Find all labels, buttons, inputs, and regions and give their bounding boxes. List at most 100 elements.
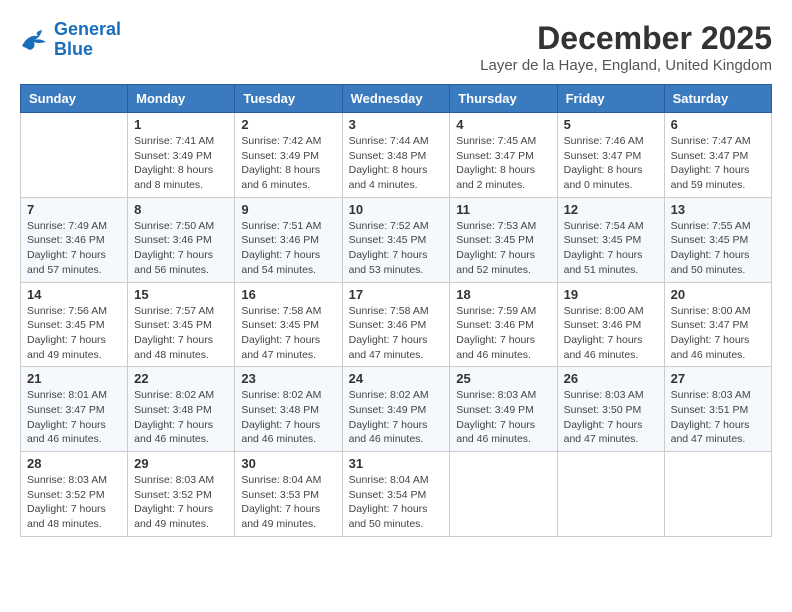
day-number: 26 [564, 371, 658, 386]
day-number: 13 [671, 202, 765, 217]
logo-icon [20, 28, 50, 52]
calendar-cell: 22Sunrise: 8:02 AM Sunset: 3:48 PM Dayli… [128, 367, 235, 452]
calendar: SundayMondayTuesdayWednesdayThursdayFrid… [20, 84, 772, 537]
calendar-cell [557, 452, 664, 537]
day-number: 3 [349, 117, 444, 132]
day-number: 29 [134, 456, 228, 471]
weekday-header-friday: Friday [557, 85, 664, 113]
day-info: Sunrise: 7:55 AM Sunset: 3:45 PM Dayligh… [671, 219, 765, 278]
day-info: Sunrise: 8:03 AM Sunset: 3:49 PM Dayligh… [456, 388, 550, 447]
weekday-header-saturday: Saturday [664, 85, 771, 113]
calendar-cell: 29 Sunrise: 8:03 AM Sunset: 3:52 PM Dayli… [128, 452, 235, 537]
calendar-cell [450, 452, 557, 537]
day-info: Sunrise: 7:58 AM Sunset: 3:46 PM Dayligh… [349, 304, 444, 363]
day-number: 4 [456, 117, 550, 132]
calendar-cell: 24Sunrise: 8:02 AM Sunset: 3:49 PM Dayli… [342, 367, 450, 452]
day-info: Sunrise: 7:51 AM Sunset: 3:46 PM Dayligh… [241, 219, 335, 278]
day-info: Sunrise: 7:41 AM Sunset: 3:49 PM Dayligh… [134, 134, 228, 193]
day-info: Sunrise: 8:04 AM Sunset: 3:54 PM Dayligh… [349, 473, 444, 532]
day-info: Sunrise: 7:56 AM Sunset: 3:45 PM Dayligh… [27, 304, 121, 363]
calendar-cell: 10 Sunrise: 7:52 AM Sunset: 3:45 PM Dayli… [342, 197, 450, 282]
day-info: Sunrise: 7:44 AM Sunset: 3:48 PM Dayligh… [349, 134, 444, 193]
logo-text: General Blue [54, 20, 121, 60]
calendar-cell: 28 Sunrise: 8:03 AM Sunset: 3:52 PM Dayli… [21, 452, 128, 537]
day-info: Sunrise: 7:59 AM Sunset: 3:46 PM Dayligh… [456, 304, 550, 363]
day-info: Sunrise: 8:02 AM Sunset: 3:48 PM Dayligh… [134, 388, 228, 447]
day-number: 28 [27, 456, 121, 471]
day-info: Sunrise: 8:03 AM Sunset: 3:52 PM Dayligh… [134, 473, 228, 532]
day-number: 31 [349, 456, 444, 471]
day-info: Sunrise: 7:49 AM Sunset: 3:46 PM Dayligh… [27, 219, 121, 278]
day-number: 19 [564, 287, 658, 302]
day-number: 23 [241, 371, 335, 386]
day-info: Sunrise: 8:01 AM Sunset: 3:47 PM Dayligh… [27, 388, 121, 447]
day-number: 17 [349, 287, 444, 302]
calendar-cell: 16Sunrise: 7:58 AM Sunset: 3:45 PM Dayli… [235, 282, 342, 367]
calendar-week-1: 1 Sunrise: 7:41 AM Sunset: 3:49 PM Daylig… [21, 113, 772, 198]
day-number: 6 [671, 117, 765, 132]
weekday-header-thursday: Thursday [450, 85, 557, 113]
month-title: December 2025 [480, 20, 772, 57]
weekday-header-tuesday: Tuesday [235, 85, 342, 113]
day-info: Sunrise: 7:58 AM Sunset: 3:45 PM Dayligh… [241, 304, 335, 363]
day-number: 18 [456, 287, 550, 302]
weekday-header-wednesday: Wednesday [342, 85, 450, 113]
calendar-cell: 26 Sunrise: 8:03 AM Sunset: 3:50 PM Dayli… [557, 367, 664, 452]
calendar-cell: 25 Sunrise: 8:03 AM Sunset: 3:49 PM Dayli… [450, 367, 557, 452]
calendar-cell: 3 Sunrise: 7:44 AM Sunset: 3:48 PM Daylig… [342, 113, 450, 198]
day-number: 1 [134, 117, 228, 132]
calendar-cell [664, 452, 771, 537]
calendar-cell: 4 Sunrise: 7:45 AM Sunset: 3:47 PM Daylig… [450, 113, 557, 198]
day-number: 8 [134, 202, 228, 217]
calendar-week-5: 28 Sunrise: 8:03 AM Sunset: 3:52 PM Dayli… [21, 452, 772, 537]
calendar-cell: 19 Sunrise: 8:00 AM Sunset: 3:46 PM Dayli… [557, 282, 664, 367]
title-section: December 2025 Layer de la Haye, England,… [480, 20, 772, 74]
day-number: 9 [241, 202, 335, 217]
calendar-cell: 6Sunrise: 7:47 AM Sunset: 3:47 PM Daylig… [664, 113, 771, 198]
day-number: 21 [27, 371, 121, 386]
day-info: Sunrise: 8:02 AM Sunset: 3:49 PM Dayligh… [349, 388, 444, 447]
calendar-cell: 7 Sunrise: 7:49 AM Sunset: 3:46 PM Daylig… [21, 197, 128, 282]
calendar-header-row: SundayMondayTuesdayWednesdayThursdayFrid… [21, 85, 772, 113]
calendar-cell: 11 Sunrise: 7:53 AM Sunset: 3:45 PM Dayli… [450, 197, 557, 282]
day-info: Sunrise: 8:02 AM Sunset: 3:48 PM Dayligh… [241, 388, 335, 447]
location: Layer de la Haye, England, United Kingdo… [480, 57, 772, 74]
day-number: 7 [27, 202, 121, 217]
calendar-cell: 15 Sunrise: 7:57 AM Sunset: 3:45 PM Dayli… [128, 282, 235, 367]
logo: General Blue [20, 20, 121, 60]
calendar-cell [21, 113, 128, 198]
day-number: 10 [349, 202, 444, 217]
day-info: Sunrise: 7:52 AM Sunset: 3:45 PM Dayligh… [349, 219, 444, 278]
calendar-week-2: 7 Sunrise: 7:49 AM Sunset: 3:46 PM Daylig… [21, 197, 772, 282]
day-info: Sunrise: 7:54 AM Sunset: 3:45 PM Dayligh… [564, 219, 658, 278]
logo-line2: Blue [54, 39, 93, 59]
day-number: 12 [564, 202, 658, 217]
day-info: Sunrise: 8:03 AM Sunset: 3:51 PM Dayligh… [671, 388, 765, 447]
calendar-week-4: 21 Sunrise: 8:01 AM Sunset: 3:47 PM Dayli… [21, 367, 772, 452]
day-number: 11 [456, 202, 550, 217]
calendar-cell: 13 Sunrise: 7:55 AM Sunset: 3:45 PM Dayli… [664, 197, 771, 282]
day-info: Sunrise: 8:03 AM Sunset: 3:50 PM Dayligh… [564, 388, 658, 447]
calendar-cell: 21 Sunrise: 8:01 AM Sunset: 3:47 PM Dayli… [21, 367, 128, 452]
calendar-cell: 18 Sunrise: 7:59 AM Sunset: 3:46 PM Dayli… [450, 282, 557, 367]
day-info: Sunrise: 7:53 AM Sunset: 3:45 PM Dayligh… [456, 219, 550, 278]
day-info: Sunrise: 8:04 AM Sunset: 3:53 PM Dayligh… [241, 473, 335, 532]
calendar-cell: 5Sunrise: 7:46 AM Sunset: 3:47 PM Daylig… [557, 113, 664, 198]
calendar-cell: 1 Sunrise: 7:41 AM Sunset: 3:49 PM Daylig… [128, 113, 235, 198]
weekday-header-sunday: Sunday [21, 85, 128, 113]
calendar-cell: 9 Sunrise: 7:51 AM Sunset: 3:46 PM Daylig… [235, 197, 342, 282]
calendar-cell: 12 Sunrise: 7:54 AM Sunset: 3:45 PM Dayli… [557, 197, 664, 282]
day-number: 25 [456, 371, 550, 386]
day-info: Sunrise: 7:45 AM Sunset: 3:47 PM Dayligh… [456, 134, 550, 193]
day-number: 27 [671, 371, 765, 386]
logo-line1: General [54, 19, 121, 39]
weekday-header-monday: Monday [128, 85, 235, 113]
page-header: General Blue December 2025 Layer de la H… [20, 20, 772, 74]
calendar-cell: 27 Sunrise: 8:03 AM Sunset: 3:51 PM Dayli… [664, 367, 771, 452]
day-number: 15 [134, 287, 228, 302]
calendar-cell: 23 Sunrise: 8:02 AM Sunset: 3:48 PM Dayli… [235, 367, 342, 452]
calendar-cell: 20Sunrise: 8:00 AM Sunset: 3:47 PM Dayli… [664, 282, 771, 367]
day-info: Sunrise: 8:03 AM Sunset: 3:52 PM Dayligh… [27, 473, 121, 532]
day-info: Sunrise: 8:00 AM Sunset: 3:46 PM Dayligh… [564, 304, 658, 363]
day-info: Sunrise: 7:57 AM Sunset: 3:45 PM Dayligh… [134, 304, 228, 363]
